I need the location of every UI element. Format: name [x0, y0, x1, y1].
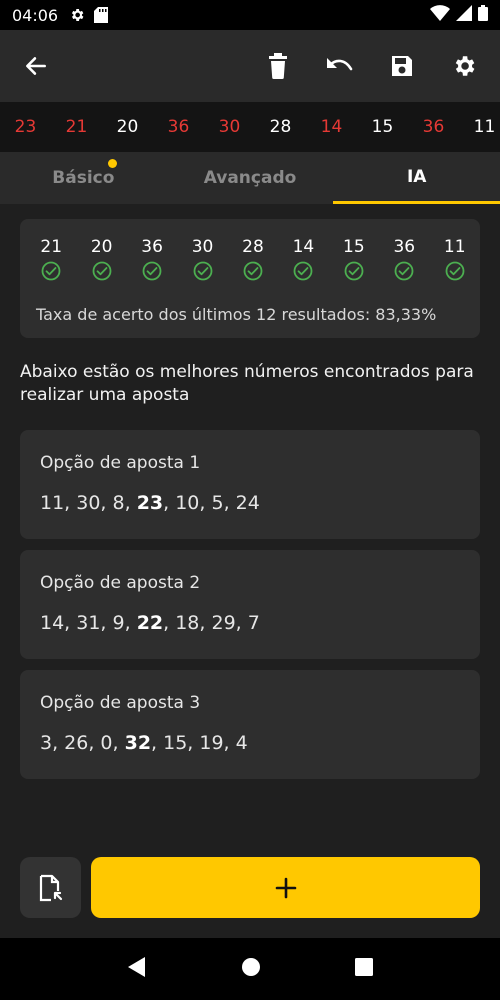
accuracy-card: 21 20 36 30 28 14 15 36 11 Taxa de acerto dos úl…: [20, 219, 480, 338]
check-circle-icon: [243, 261, 263, 281]
circle-home-icon: [242, 958, 260, 976]
result-item: 30: [177, 237, 227, 281]
gear-icon: [68, 6, 86, 24]
tab-ia[interactable]: IA: [333, 152, 500, 204]
result-item: 36: [379, 237, 429, 281]
result-number: 11: [443, 237, 466, 257]
save-button[interactable]: [382, 46, 422, 86]
square-recents-icon: [355, 958, 373, 976]
delete-button[interactable]: [258, 46, 298, 86]
tab-bar: Básico Avançado IA: [0, 152, 500, 204]
result-item: 15: [329, 237, 379, 281]
result-item: 36: [127, 237, 177, 281]
result-number: 15: [343, 237, 365, 257]
app-bar: [0, 30, 500, 102]
bet-option-numbers: 14, 31, 9, 22, 18, 29, 7: [40, 612, 260, 634]
add-button[interactable]: [91, 857, 480, 918]
bottom-action-bar: [20, 857, 480, 918]
result-item: 20: [76, 237, 126, 281]
check-circle-icon: [445, 261, 465, 281]
status-time: 04:06: [12, 5, 59, 25]
result-number: 20: [90, 237, 113, 257]
result-number: 14: [292, 237, 315, 257]
bet-option-card[interactable]: Opção de aposta 1 11, 30, 8, 23, 10, 5, …: [20, 430, 480, 539]
result-item: 28: [228, 237, 278, 281]
gear-icon: [455, 56, 475, 76]
plus-icon: [275, 877, 296, 898]
check-circle-icon: [193, 261, 212, 281]
recent-numbers-strip: 23 21 20 36 30 28 14 15 36 11: [0, 102, 500, 152]
result-number: 28: [242, 237, 264, 257]
bet-option-card[interactable]: Opção de aposta 3 3, 26, 0, 32, 15, 19, …: [20, 670, 480, 779]
recent-number: 14: [320, 117, 343, 137]
triangle-back-icon: [128, 957, 145, 977]
signal-icon: [456, 5, 472, 25]
result-number: 30: [191, 237, 214, 257]
floppy-icon: [392, 56, 412, 76]
status-bar: 04:06: [0, 0, 500, 30]
check-circle-icon: [394, 261, 414, 281]
bet-option-card[interactable]: Opção de aposta 2 14, 31, 9, 22, 18, 29,…: [20, 550, 480, 659]
result-number: 36: [393, 237, 416, 257]
trash-icon: [269, 53, 287, 79]
bet-option-numbers: 3, 26, 0, 32, 15, 19, 4: [40, 732, 248, 754]
description-text: Abaixo estão os melhores números encontr…: [20, 362, 474, 405]
recent-number: 15: [371, 117, 394, 137]
recent-number: 11: [473, 117, 496, 137]
back-button[interactable]: [16, 46, 56, 86]
tab-basico[interactable]: Básico: [0, 152, 167, 204]
result-number: 21: [40, 237, 63, 257]
bet-option-numbers: 11, 30, 8, 23, 10, 5, 24: [40, 492, 260, 514]
undo-button[interactable]: [320, 46, 360, 86]
tab-label: Avançado: [203, 168, 297, 188]
export-document-button[interactable]: [20, 857, 81, 918]
recent-number: 21: [65, 117, 88, 137]
recent-number: 28: [269, 117, 292, 137]
nav-back-button[interactable]: [127, 957, 147, 981]
recent-number: 23: [14, 117, 37, 137]
check-circle-icon: [41, 261, 61, 281]
check-circle-icon: [92, 261, 112, 281]
wifi-icon: [430, 5, 450, 25]
result-item: 14: [278, 237, 328, 281]
check-circle-icon: [142, 261, 162, 281]
bet-option-title: Opção de aposta 3: [40, 693, 201, 713]
nav-recents-button[interactable]: [355, 958, 373, 980]
result-item: 11: [430, 237, 480, 281]
document-export-icon: [39, 874, 62, 901]
sd-card-icon: [92, 6, 110, 24]
notification-dot: [108, 159, 117, 168]
check-circle-icon: [344, 261, 364, 281]
settings-button[interactable]: [444, 46, 484, 86]
bet-option-title: Opção de aposta 2: [40, 573, 201, 593]
result-number: 36: [141, 237, 163, 257]
nav-home-button[interactable]: [241, 957, 261, 981]
recent-number: 36: [422, 117, 445, 137]
battery-icon: [478, 5, 488, 25]
recent-number: 20: [116, 117, 139, 137]
tab-label: Básico: [52, 168, 115, 188]
recent-number: 36: [167, 117, 190, 137]
recent-number: 30: [218, 117, 241, 137]
accuracy-rate-text: Taxa de acerto dos últimos 12 resultados…: [36, 305, 437, 324]
tab-avancado[interactable]: Avançado: [167, 152, 334, 204]
system-nav-bar: [0, 938, 500, 1000]
tab-label: IA: [406, 166, 427, 187]
arrow-left-icon: [26, 57, 46, 75]
check-circle-icon: [294, 261, 313, 281]
bet-option-title: Opção de aposta 1: [40, 453, 201, 473]
result-item: 21: [26, 237, 76, 281]
undo-icon: [327, 58, 353, 71]
